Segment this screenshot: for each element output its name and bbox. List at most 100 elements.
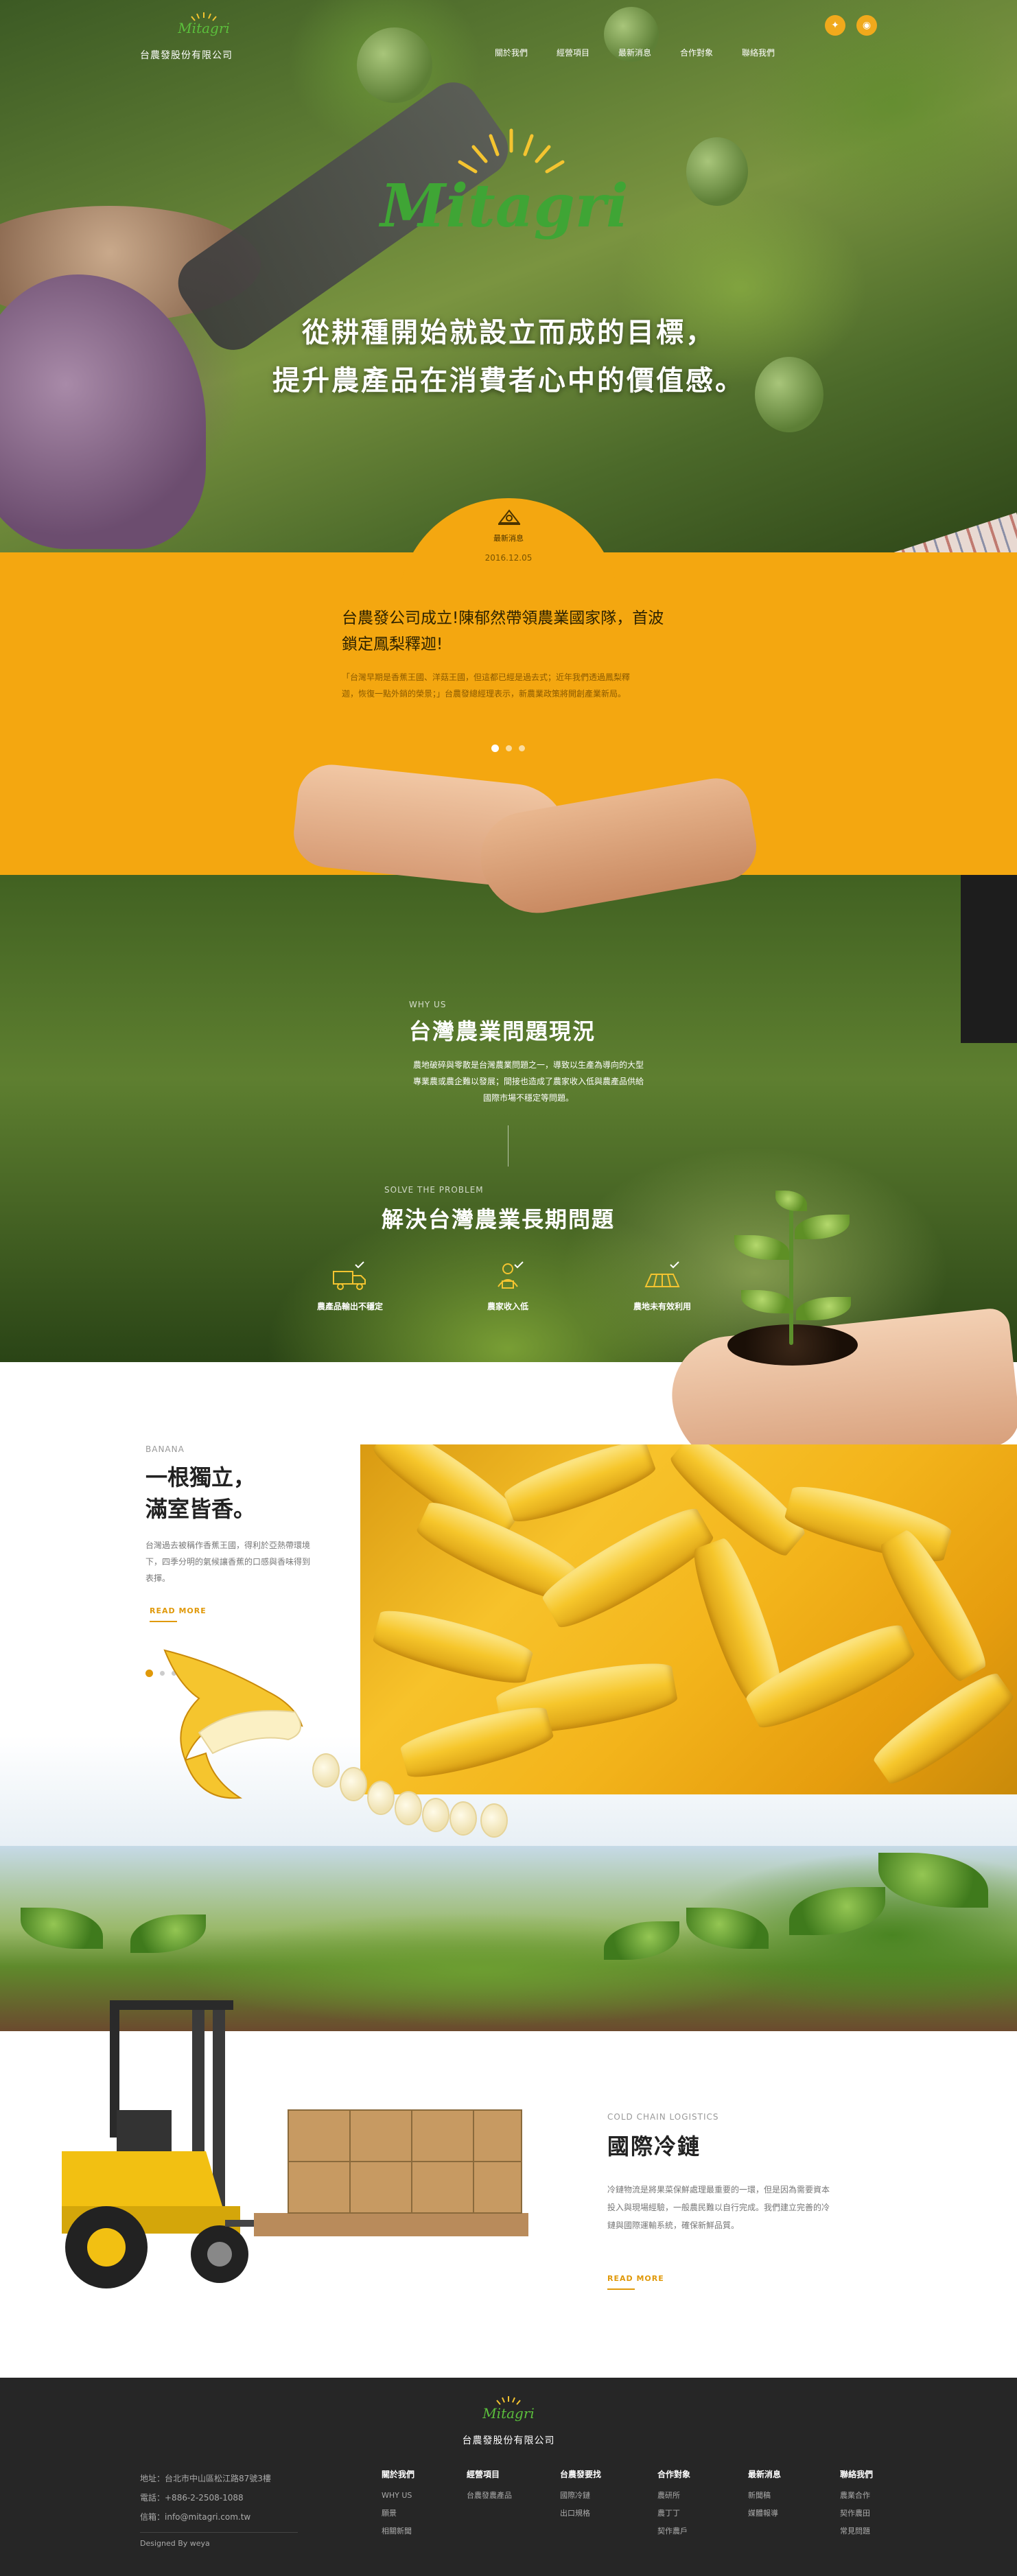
carousel-dot[interactable] <box>519 745 525 751</box>
footer-link[interactable]: 契作農田 <box>840 2505 915 2522</box>
banana-title-line2: 滿室皆香。 <box>145 1496 256 1522</box>
crop-leaf <box>878 1853 988 1908</box>
nav-item-business[interactable]: 經營項目 <box>542 47 604 58</box>
company-name: 台農發股份有限公司 <box>140 50 233 61</box>
svg-text:Mitagri: Mitagri <box>177 20 230 36</box>
footer-col-title[interactable]: 關於我們 <box>382 2468 457 2480</box>
sprout-stem <box>789 1208 793 1345</box>
svg-text:Mitagri: Mitagri <box>378 172 628 241</box>
footer-col-about: 關於我們 WHY US 願景 相關新聞 <box>382 2468 457 2540</box>
banana-slice <box>367 1781 395 1815</box>
feature-income: 農家收入低 <box>446 1259 570 1312</box>
why-title: 台灣農業問題現況 <box>409 1018 596 1044</box>
banana <box>397 1700 557 1785</box>
solve-title: 解決台灣農業長期問題 <box>382 1206 616 1232</box>
rss-icon[interactable]: ◉ <box>856 15 877 36</box>
footer-col-title[interactable]: 合作對象 <box>657 2468 733 2480</box>
footer-link[interactable]: 農業合作 <box>840 2487 915 2505</box>
crop-leaf <box>686 1908 769 1949</box>
cold-chain-read-more[interactable]: READ MORE <box>607 2274 664 2283</box>
hero-banner <box>0 0 1017 552</box>
crop-leaf <box>21 1908 103 1949</box>
footer-divider <box>140 2532 298 2533</box>
cold-chain-description: 冷鏈物流是將果菜保鮮處理最重要的一環，但是因為需要資本投入與現場經驗，一般農民難… <box>607 2185 830 2230</box>
banana-read-more[interactable]: READ MORE <box>150 1606 207 1615</box>
feature-label: 農地未有效利用 <box>633 1302 691 1311</box>
footer-logo-icon[interactable]: Mitagri <box>475 2395 542 2424</box>
news-headline[interactable]: 台農發公司成立!陳郁然帶領農業國家隊，首波鎖定鳳梨釋迦! <box>342 605 678 657</box>
footer-link[interactable]: 農丁丁 <box>657 2505 733 2522</box>
carousel-dot[interactable] <box>506 745 512 751</box>
footer-email[interactable]: 信箱：info@mitagri.com.tw <box>140 2507 271 2527</box>
carousel-dot-active[interactable] <box>145 1670 153 1677</box>
truck-icon <box>333 1261 366 1290</box>
footer-link[interactable]: 出口規格 <box>560 2505 635 2522</box>
banana <box>370 1603 536 1691</box>
read-more-underline <box>607 2288 635 2290</box>
mitagri-logo-icon[interactable]: Mitagri <box>166 11 242 38</box>
footer-col-news: 最新消息 新聞稿 媒體報導 <box>748 2468 823 2522</box>
footer-contact: 地址：台北市中山區松江路87號3樓 電話：+886-2-2508-1088 信箱… <box>140 2469 271 2527</box>
nav-item-contact[interactable]: 聯絡我們 <box>727 47 789 58</box>
solve-kicker: SOLVE THE PROBLEM <box>384 1185 484 1195</box>
forklift-illustration <box>62 2000 528 2288</box>
footer-col-title[interactable]: 台農發要找 <box>560 2468 635 2480</box>
feature-label: 農產品輸出不穩定 <box>316 1302 383 1311</box>
nav-item-news[interactable]: 最新消息 <box>604 47 666 58</box>
hero-slogan-line1: 從耕種開始就設立而成的目標， <box>302 317 715 349</box>
footer-link[interactable]: 常見問題 <box>840 2522 915 2540</box>
banana-slice <box>312 1753 340 1788</box>
peeled-banana <box>163 1649 303 1799</box>
footer-col-title[interactable]: 聯絡我們 <box>840 2468 915 2480</box>
why-kicker: WHY US <box>409 1000 447 1009</box>
footer-link[interactable]: 國際冷鏈 <box>560 2487 635 2505</box>
banana <box>501 1444 659 1530</box>
read-more-underline <box>150 1621 177 1622</box>
hero-logo-icon: Mitagri <box>378 128 629 241</box>
footer-link[interactable]: 台農發農產品 <box>467 2487 542 2505</box>
footer-col-business: 經營項目 台農發農產品 <box>467 2468 542 2505</box>
news-badge-icon <box>498 509 521 525</box>
banana-slice <box>422 1798 449 1832</box>
cold-chain-title: 國際冷鏈 <box>607 2133 701 2159</box>
footer-link[interactable]: 農研所 <box>657 2487 733 2505</box>
banana-kicker: BANANA <box>145 1444 185 1454</box>
footer-col-title[interactable]: 最新消息 <box>748 2468 823 2480</box>
footer-link[interactable]: WHY US <box>382 2487 457 2505</box>
svg-text:Mitagri: Mitagri <box>482 2405 535 2422</box>
banana-title-line1: 一根獨立， <box>145 1464 256 1490</box>
feature-label: 農家收入低 <box>487 1302 528 1311</box>
banana <box>868 1666 1017 1791</box>
footer-link[interactable]: 契作農戶 <box>657 2522 733 2540</box>
farmer-income-icon <box>498 1261 524 1289</box>
banana-description: 台灣過去被稱作香蕉王國，得利於亞熱帶環境下，四季分明的氣候讓香蕉的口感與香味得到… <box>145 1541 311 1583</box>
footer-link[interactable]: 媒體報導 <box>748 2505 823 2522</box>
twitter-icon[interactable]: ✦ <box>825 15 845 36</box>
feature-farmland: 農地未有效利用 <box>600 1259 724 1312</box>
footer-phone[interactable]: 電話：+886-2-2508-1088 <box>140 2488 271 2507</box>
nav-item-partners[interactable]: 合作對象 <box>666 47 727 58</box>
footer-col-services: 台農發要找 國際冷鏈 出口規格 <box>560 2468 635 2522</box>
banana-slice <box>480 1803 508 1838</box>
nav-item-about[interactable]: 關於我們 <box>480 47 542 58</box>
banana-slice <box>395 1791 422 1825</box>
news-excerpt: 「台灣早期是香蕉王國、洋菇王國，但這都已經是過去式；近年我們透過鳳梨釋迦，恢復一… <box>342 672 631 699</box>
footer-company-name: 台農發股份有限公司 <box>462 2435 555 2446</box>
crop-leaf <box>130 1915 206 1953</box>
crop-leaf <box>604 1921 679 1960</box>
banana-title: 一根獨立， 滿室皆香。 <box>145 1462 255 1525</box>
top-navigation: Mitagri 台農發股份有限公司 關於我們 經營項目 最新消息 合作對象 聯絡… <box>0 0 1017 69</box>
footer-credit[interactable]: Designed By weya <box>140 2539 210 2548</box>
footer-col-title[interactable]: 經營項目 <box>467 2468 542 2480</box>
hero-slogan-line2: 提升農產品在消費者心中的價值感。 <box>272 365 745 397</box>
footer-link[interactable]: 願景 <box>382 2505 457 2522</box>
why-text: 農地破碎與零散是台灣農業問題之一，導致以生產為導向的大型專業農或農企難以發展；間… <box>412 1060 644 1103</box>
footer-col-partners: 合作對象 農研所 農丁丁 契作農戶 <box>657 2468 733 2540</box>
feature-export: 農產品輸出不穩定 <box>288 1259 412 1312</box>
carousel-dot-active[interactable] <box>491 745 499 752</box>
cold-chain-kicker: COLD CHAIN LOGISTICS <box>607 2112 719 2122</box>
footer-link[interactable]: 新聞稿 <box>748 2487 823 2505</box>
footer-col-contact: 聯絡我們 農業合作 契作農田 常見問題 <box>840 2468 915 2540</box>
footer-link[interactable]: 相關新聞 <box>382 2522 457 2540</box>
news-date: 2016.12.05 <box>484 553 533 563</box>
